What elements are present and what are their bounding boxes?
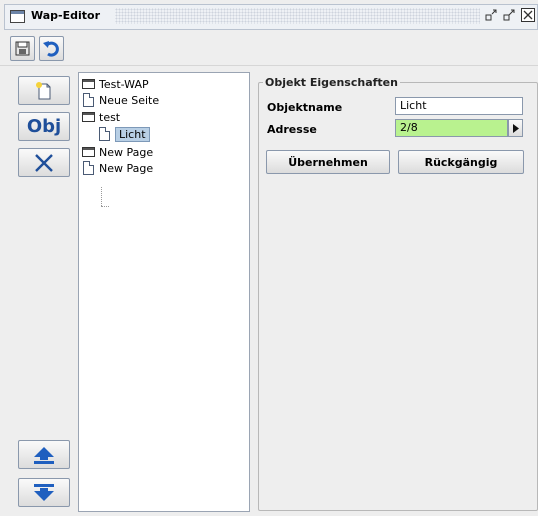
- move-up-button[interactable]: [18, 440, 70, 469]
- tree-item-licht[interactable]: Licht: [99, 125, 150, 143]
- page-tree[interactable]: Test-WAP Neue Seite test Licht New Page …: [78, 72, 250, 512]
- toolbar: [0, 32, 538, 66]
- move-down-button[interactable]: [18, 478, 70, 507]
- tree-item-test[interactable]: test: [82, 109, 120, 125]
- window-icon: [10, 10, 25, 23]
- tree-item-label: New Page: [99, 145, 154, 159]
- folder-icon: [82, 112, 95, 122]
- tree-connector: [101, 206, 109, 207]
- tree-item-label: New Page: [99, 161, 154, 175]
- floppy-icon: [15, 41, 30, 56]
- address-field[interactable]: 2/8: [395, 119, 508, 137]
- object-name-field[interactable]: Licht: [395, 97, 523, 115]
- obj-button[interactable]: Obj: [18, 112, 70, 141]
- properties-group: [258, 82, 538, 511]
- arrow-right-icon: [512, 123, 519, 133]
- tree-connector: [101, 187, 102, 206]
- undo-button[interactable]: [39, 36, 64, 61]
- arrow-up-icon: [34, 446, 54, 464]
- title-bar-texture: [115, 8, 480, 24]
- tree-item-new-page[interactable]: New Page: [83, 160, 153, 176]
- obj-label: Obj: [26, 116, 62, 137]
- tree-item-label: Neue Seite: [99, 93, 160, 107]
- delete-x-icon: [35, 153, 53, 172]
- close-icon[interactable]: [521, 8, 535, 22]
- object-name-label: Objektname: [267, 101, 343, 114]
- address-picker-button[interactable]: [508, 119, 523, 137]
- page-icon: [83, 93, 94, 107]
- address-label: Adresse: [267, 123, 317, 136]
- new-page-icon: [36, 81, 51, 99]
- arrow-down-icon: [34, 483, 54, 501]
- minimize-icon[interactable]: [484, 8, 498, 22]
- folder-icon: [82, 79, 95, 89]
- title-bar: Wap-Editor: [0, 0, 538, 32]
- side-button-column: Obj: [10, 68, 78, 511]
- properties-panel: Objekt Eigenschaften Objektname Licht Ad…: [257, 72, 538, 512]
- maximize-icon[interactable]: [502, 8, 516, 22]
- tree-item-label: test: [99, 110, 121, 124]
- apply-button[interactable]: Übernehmen: [266, 150, 390, 174]
- new-page-button[interactable]: [18, 76, 70, 105]
- folder-icon: [82, 147, 95, 157]
- tree-item-new-page-folder[interactable]: New Page: [82, 144, 153, 160]
- window-title: Wap-Editor: [31, 9, 101, 22]
- properties-group-title: Objekt Eigenschaften: [263, 76, 400, 89]
- page-icon: [83, 161, 94, 175]
- revert-button[interactable]: Rückgängig: [398, 150, 524, 174]
- undo-icon: [43, 41, 59, 57]
- tree-item-test-wap[interactable]: Test-WAP: [82, 76, 149, 92]
- page-icon: [99, 127, 110, 141]
- tree-item-label-selected: Licht: [115, 126, 150, 142]
- save-button[interactable]: [10, 36, 35, 61]
- tree-item-neue-seite[interactable]: Neue Seite: [83, 92, 159, 108]
- delete-button[interactable]: [18, 148, 70, 177]
- tree-item-label: Test-WAP: [99, 77, 149, 91]
